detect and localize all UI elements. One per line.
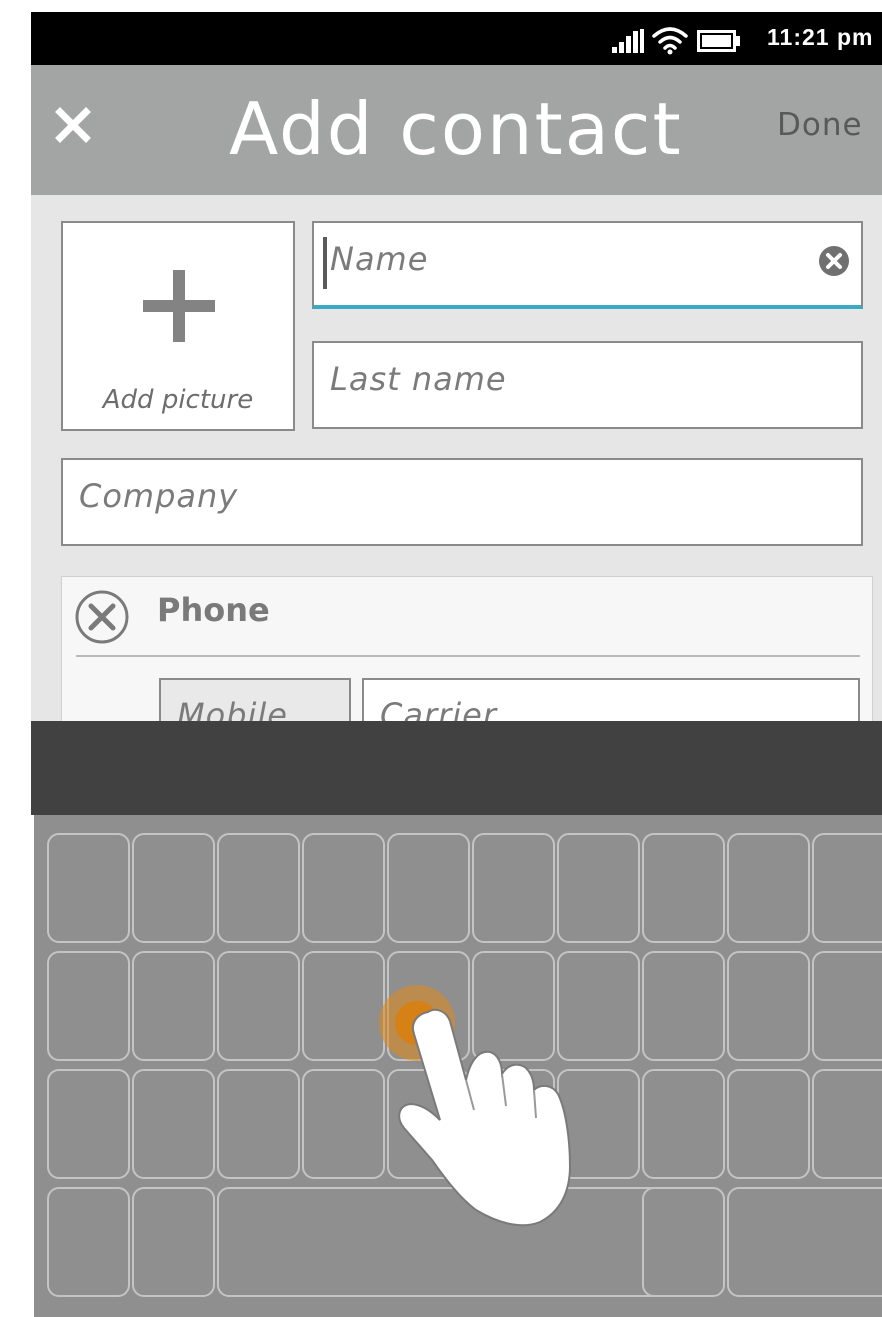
- keyboard-key[interactable]: [812, 1069, 882, 1179]
- keyboard-key[interactable]: [727, 951, 810, 1061]
- keyboard-key[interactable]: [132, 1069, 215, 1179]
- keyboard-key[interactable]: [387, 833, 470, 943]
- page-title: Add contact: [229, 87, 683, 171]
- keyboard-key[interactable]: [812, 833, 882, 943]
- clear-input-icon[interactable]: [818, 245, 850, 277]
- keyboard-suggestion-bar: [31, 721, 882, 815]
- status-bar: 11:21 pm: [31, 12, 882, 65]
- keyboard-key[interactable]: [217, 1069, 300, 1179]
- done-button[interactable]: Done: [777, 107, 863, 143]
- keyboard-key[interactable]: [642, 1069, 725, 1179]
- name-input[interactable]: Name: [312, 221, 863, 309]
- keyboard-key[interactable]: [47, 1069, 130, 1179]
- add-picture-button[interactable]: Add picture: [61, 221, 295, 431]
- company-input[interactable]: Company: [61, 458, 863, 546]
- carrier-placeholder: Carrier: [380, 696, 497, 721]
- keyboard-key[interactable]: [47, 951, 130, 1061]
- phone-label: Phone: [157, 591, 270, 629]
- carrier-input[interactable]: Carrier: [362, 678, 860, 721]
- keyboard-key[interactable]: [472, 951, 555, 1061]
- battery-icon: [697, 30, 740, 52]
- keyboard-key[interactable]: [302, 833, 385, 943]
- keyboard-key[interactable]: [387, 1069, 470, 1179]
- text-cursor: [323, 237, 327, 289]
- keyboard-key[interactable]: [642, 951, 725, 1061]
- last-name-placeholder: Last name: [330, 360, 507, 398]
- plus-icon: [143, 270, 215, 342]
- keyboard-key[interactable]: [132, 1187, 215, 1297]
- keyboard-key[interactable]: [302, 951, 385, 1061]
- wifi-icon: [652, 27, 688, 55]
- keyboard-space-key[interactable]: [217, 1187, 709, 1297]
- phone-type-select[interactable]: Mobile: [159, 678, 351, 721]
- keyboard-key[interactable]: [727, 833, 810, 943]
- keyboard-key[interactable]: [47, 833, 130, 943]
- add-picture-label: Add picture: [102, 385, 254, 415]
- close-icon[interactable]: [51, 103, 95, 147]
- keyboard-key[interactable]: [217, 833, 300, 943]
- keyboard-key[interactable]: [727, 1069, 810, 1179]
- keyboard-key[interactable]: [812, 951, 882, 1061]
- keyboard-key[interactable]: [217, 951, 300, 1061]
- contact-form: Add picture Name Last name Company Phone…: [31, 195, 882, 721]
- phone-divider: [76, 655, 860, 657]
- keyboard: [34, 815, 882, 1317]
- name-placeholder: Name: [330, 240, 429, 278]
- keyboard-key[interactable]: [727, 1187, 882, 1297]
- keyboard-key[interactable]: [387, 951, 470, 1061]
- last-name-input[interactable]: Last name: [312, 341, 863, 429]
- status-clock: 11:21 pm: [767, 24, 874, 50]
- signal-icon: [612, 29, 644, 53]
- app-header: Add contact Done: [31, 65, 882, 195]
- keyboard-key[interactable]: [557, 1069, 640, 1179]
- phone-section: Phone Mobile Carrier: [61, 576, 873, 721]
- keyboard-key[interactable]: [472, 1069, 555, 1179]
- keyboard-key[interactable]: [47, 1187, 130, 1297]
- keyboard-key[interactable]: [557, 833, 640, 943]
- keyboard-key[interactable]: [557, 951, 640, 1061]
- keyboard-key[interactable]: [642, 833, 725, 943]
- keyboard-key[interactable]: [642, 1187, 725, 1297]
- keyboard-key[interactable]: [132, 951, 215, 1061]
- keyboard-key[interactable]: [132, 833, 215, 943]
- keyboard-key[interactable]: [302, 1069, 385, 1179]
- keyboard-key[interactable]: [472, 833, 555, 943]
- company-placeholder: Company: [79, 477, 239, 515]
- remove-phone-icon[interactable]: [74, 589, 130, 645]
- phone-type-value: Mobile: [177, 696, 288, 721]
